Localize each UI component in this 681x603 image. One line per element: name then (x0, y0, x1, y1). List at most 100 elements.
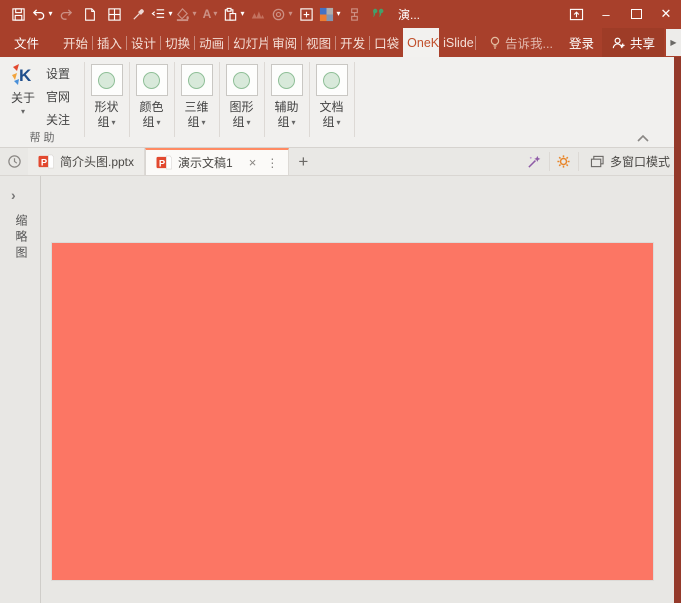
minimize-button[interactable]: – (591, 0, 621, 28)
undo-icon[interactable]: ▾ (30, 0, 54, 28)
follow-link[interactable]: 关注 (46, 108, 70, 131)
tab-transitions[interactable]: 切换 (161, 28, 194, 57)
new-tab-button[interactable]: + (289, 148, 317, 175)
tab-view[interactable]: 视图 (302, 28, 335, 57)
thumbnail-pane-label[interactable]: 缩略图 (13, 214, 30, 262)
tab-islide[interactable]: iSlide (439, 28, 475, 57)
circle-icon (323, 72, 340, 89)
eyedropper-icon[interactable] (126, 0, 150, 28)
doc-tab-label: 演示文稿1 (178, 154, 233, 171)
shapes-group-button[interactable]: 形状 组▾ (84, 57, 129, 147)
dropdown-icon: ▾ (112, 115, 116, 130)
doc-tab-label: 简介头图.pptx (60, 153, 134, 170)
circle-icon (188, 72, 205, 89)
colors-group-button[interactable]: 颜色 组▾ (129, 57, 174, 147)
paste-dropdown-icon[interactable]: ▾ (240, 10, 244, 18)
login-button[interactable]: 登录 (561, 28, 602, 57)
format-options-icon[interactable]: ▾ (150, 0, 174, 28)
slide-canvas[interactable] (52, 243, 653, 580)
quotes-icon[interactable] (366, 0, 390, 28)
expand-pane-icon[interactable]: › (11, 188, 16, 202)
theme-colors-dropdown-icon[interactable]: ▾ (336, 10, 340, 18)
help-group-caption: 帮 助 (0, 129, 84, 145)
history-icon[interactable] (0, 148, 28, 175)
fill-color-dropdown-icon: ▾ (192, 10, 196, 18)
share-button[interactable]: 共享 (602, 28, 664, 57)
app-window: ▾ ▾ ▾ A ▾ (0, 0, 681, 603)
tab-file[interactable]: 文件 (0, 28, 53, 57)
about-dropdown-icon: ▾ (21, 108, 25, 116)
threed-group-button[interactable]: 三维 组▾ (174, 57, 219, 147)
gear-icon[interactable] (550, 148, 578, 175)
maximize-button[interactable] (621, 0, 651, 28)
quick-access-toolbar: ▾ ▾ ▾ A ▾ (0, 0, 390, 28)
document-tab-bar: P 简介头图.pptx P 演示文稿1 × ⋮ + (0, 148, 681, 176)
font-color-dropdown-icon: ▾ (213, 10, 217, 18)
dropdown-icon: ▾ (247, 115, 251, 130)
format-options-dropdown-icon[interactable]: ▾ (168, 10, 172, 18)
hide-window-icon[interactable] (561, 0, 591, 28)
circle-icon (233, 72, 250, 89)
dropdown-icon: ▾ (337, 115, 341, 130)
circle-icon (98, 72, 115, 89)
tab-onekey-active[interactable]: OneKey (403, 28, 439, 57)
tab-divider (475, 36, 476, 50)
tab-design[interactable]: 设计 (127, 28, 160, 57)
circle-tool-icon: ▾ (270, 0, 294, 28)
tab-pocket[interactable]: 口袋 (370, 28, 403, 57)
circle-icon (278, 72, 295, 89)
logo-triangles-icon (246, 0, 270, 28)
close-tab-icon[interactable]: × (249, 156, 257, 169)
assist-group-button[interactable]: 辅助 组▾ (264, 57, 309, 147)
about-label: 关于 (11, 89, 35, 106)
share-label: 共享 (630, 33, 655, 52)
tab-more-icon[interactable]: ⋮ (266, 157, 278, 169)
right-edge-strip (674, 57, 681, 603)
close-button[interactable]: ✕ (651, 0, 681, 28)
tell-me-button[interactable]: 告诉我... (481, 28, 561, 57)
window-controls: – ✕ (561, 0, 681, 28)
title-bar: ▾ ▾ ▾ A ▾ (0, 0, 681, 28)
tab-review[interactable]: 审阅 (268, 28, 301, 57)
theme-colors-icon[interactable]: ▾ (318, 0, 342, 28)
undo-dropdown-icon[interactable]: ▾ (48, 10, 52, 18)
thumbnail-pane-collapsed: › 缩略图 (0, 176, 41, 603)
new-file-icon[interactable] (78, 0, 102, 28)
multi-window-mode-button[interactable]: 多窗口模式 (579, 148, 681, 175)
multi-window-label: 多窗口模式 (610, 153, 670, 170)
magic-wand-icon[interactable] (521, 148, 549, 175)
ppt-file-icon: P (156, 155, 172, 170)
tab-developer[interactable]: 开发 (336, 28, 369, 57)
dropdown-icon: ▾ (202, 115, 206, 130)
save-icon[interactable] (6, 0, 30, 28)
svg-text:P: P (159, 158, 165, 168)
svg-text:P: P (41, 157, 47, 167)
collapse-ribbon-icon[interactable] (635, 132, 651, 144)
window-title: 演... (398, 6, 420, 23)
fill-color-icon: ▾ (174, 0, 198, 28)
official-site-link[interactable]: 官网 (46, 85, 70, 108)
grid-view-icon[interactable] (102, 0, 126, 28)
dropdown-icon: ▾ (292, 115, 296, 130)
doc-tab-presentation1[interactable]: P 演示文稿1 × ⋮ (145, 148, 289, 175)
tab-home[interactable]: 开始 (59, 28, 92, 57)
redo-icon (54, 0, 78, 28)
paste-icon[interactable]: ▾ (222, 0, 246, 28)
person-add-icon (611, 36, 626, 50)
tab-slideshow[interactable]: 幻灯片 (229, 28, 267, 57)
doc-tab-intro[interactable]: P 简介头图.pptx (28, 148, 145, 175)
group-divider (354, 62, 355, 137)
ribbon-tab-row: 文件 开始 插入 设计 切换 动画 幻灯片 审阅 视图 开发 口袋 OneKey… (0, 28, 681, 57)
document-group-button[interactable]: 文档 组▾ (309, 57, 354, 147)
graphics-group-button[interactable]: 图形 组▾ (219, 57, 264, 147)
lightbulb-icon (489, 36, 501, 50)
settings-link[interactable]: 设置 (46, 62, 70, 85)
tab-insert[interactable]: 插入 (93, 28, 126, 57)
tell-me-label: 告诉我... (505, 33, 553, 52)
fit-window-icon[interactable] (294, 0, 318, 28)
tab-animations[interactable]: 动画 (195, 28, 228, 57)
svg-text:K: K (19, 66, 32, 85)
tab-scroll-right-button[interactable]: ▶ (666, 29, 681, 56)
about-button[interactable]: K 关于 ▾ (4, 61, 42, 131)
font-color-icon: A ▾ (198, 0, 222, 28)
